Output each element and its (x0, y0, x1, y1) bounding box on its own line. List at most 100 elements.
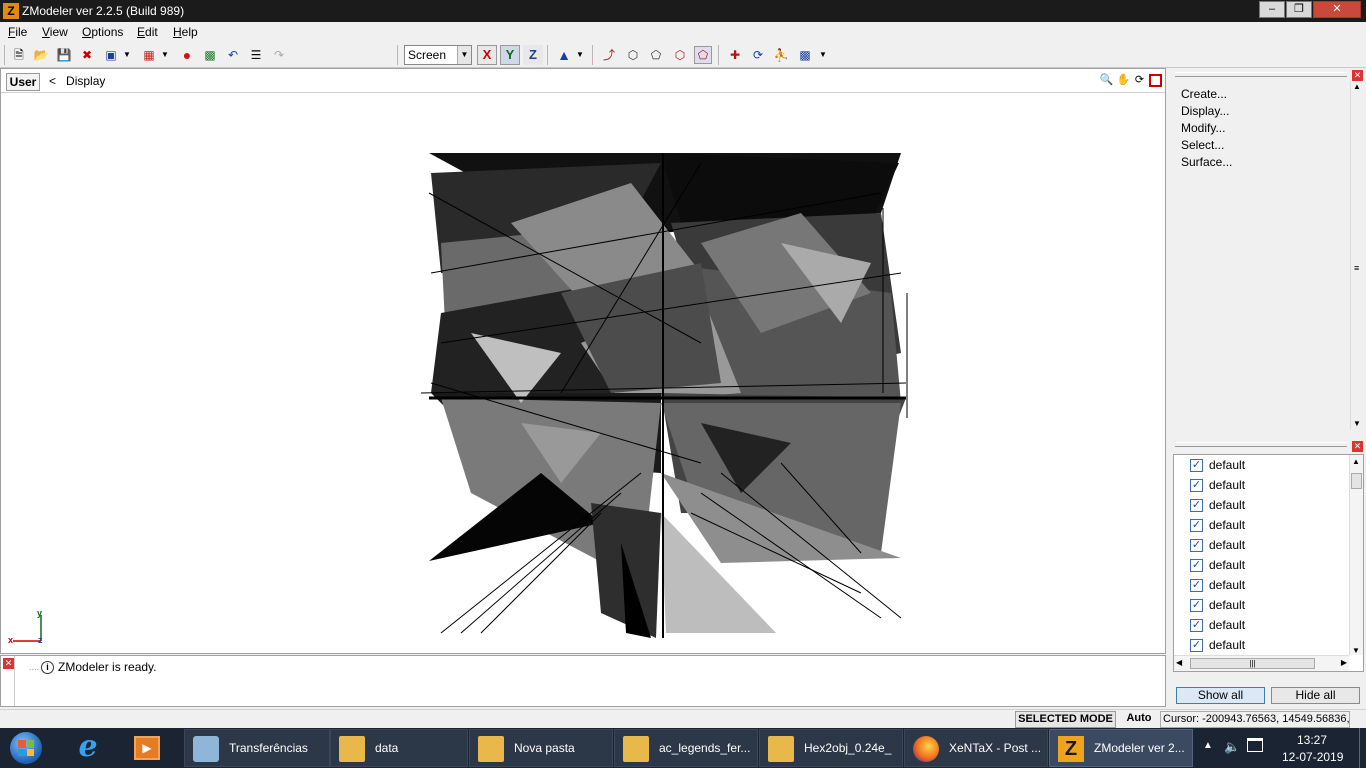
list-item[interactable]: ✓ default (1190, 636, 1245, 654)
taskbar-item-nova-pasta[interactable]: Nova pasta (469, 729, 613, 767)
scroll-down-icon[interactable]: ▼ (1352, 646, 1360, 655)
record-icon[interactable]: ● (178, 46, 196, 64)
command-scrollbar[interactable]: ▲ ≡ ▼ (1350, 82, 1364, 430)
zmodeler-app-icon[interactable]: Z (3, 3, 19, 19)
viewport-breadcrumb[interactable]: < Display (49, 74, 105, 88)
layers-hscrollbar[interactable]: ◀ ||| ▶ (1174, 655, 1349, 671)
media-player-icon[interactable]: ▶ (134, 736, 160, 760)
scroll-right-icon[interactable]: ▶ (1341, 658, 1347, 667)
vertex-mode-icon[interactable]: ⤴ (600, 46, 618, 64)
show-desktop-button[interactable] (1359, 728, 1366, 768)
checkbox-checked-icon[interactable]: ✓ (1190, 518, 1203, 532)
list-item[interactable]: ✓ default (1190, 556, 1245, 574)
clock-time[interactable]: 13:27 (1297, 733, 1327, 747)
scroll-down-icon[interactable]: ▼ (1353, 419, 1361, 428)
viewport-tab-user[interactable]: User (6, 73, 40, 91)
panel-grip[interactable] (1175, 442, 1347, 447)
checkbox-checked-icon[interactable]: ✓ (1190, 598, 1203, 612)
taskbar-item-transferencias[interactable]: Transferências (184, 729, 330, 767)
taskbar-item-ac-legends[interactable]: ac_legends_fer... (614, 729, 758, 767)
import-icon[interactable]: ▣ (102, 46, 120, 64)
pan-hand-icon[interactable]: ✋ (1116, 73, 1131, 88)
new-file-icon[interactable]: 🗎 (10, 46, 28, 64)
face-mode-icon[interactable]: ⬡ (624, 46, 642, 64)
command-surface[interactable]: Surface... (1181, 155, 1232, 169)
checkbox-checked-icon[interactable]: ✓ (1190, 618, 1203, 632)
list-item[interactable]: ✓ default (1190, 516, 1245, 534)
save-icon[interactable]: 💾 (55, 46, 73, 64)
panel-grip[interactable] (1175, 72, 1347, 77)
taskbar-item-firefox[interactable]: XeNTaX - Post ... (904, 729, 1048, 767)
list-item[interactable]: ✓ default (1190, 536, 1245, 554)
select-arrow-icon[interactable]: ▲ (555, 46, 573, 64)
taskbar-item-hex2obj[interactable]: Hex2obj_0.24e_ (759, 729, 903, 767)
close-icon[interactable]: ✕ (1352, 441, 1363, 452)
undo-icon[interactable]: ↶ (224, 46, 242, 64)
figure-tool-icon[interactable]: ⛹ (772, 46, 790, 64)
volume-icon[interactable]: 🔈 (1224, 739, 1240, 755)
scroll-grip-icon[interactable]: ≡ (1354, 263, 1359, 273)
command-modify[interactable]: Modify... (1181, 121, 1225, 135)
scroll-up-icon[interactable]: ▲ (1352, 457, 1360, 466)
layers-vscrollbar[interactable]: ▲ ▼ (1349, 455, 1363, 655)
box-mode-icon[interactable]: ⬠ (694, 46, 712, 64)
orbit-icon[interactable]: ⟳ (1132, 73, 1147, 88)
axis-z-toggle[interactable]: Z (523, 45, 543, 65)
list-item[interactable]: ✓ default (1190, 576, 1245, 594)
network-icon[interactable] (1247, 738, 1263, 752)
surface-mode-icon[interactable]: ⬡ (671, 46, 689, 64)
list-item[interactable]: ✓ default (1190, 496, 1245, 514)
list-item[interactable]: ✓ default (1190, 616, 1245, 634)
maximize-viewport-icon[interactable] (1149, 74, 1162, 87)
status-auto[interactable]: Auto (1120, 711, 1158, 728)
close-icon[interactable]: ✕ (1352, 70, 1363, 81)
command-display[interactable]: Display... (1181, 104, 1229, 118)
menu-file[interactable]: File (8, 25, 27, 39)
menu-view[interactable]: View (42, 25, 68, 39)
tray-overflow-icon[interactable]: ▲ (1203, 740, 1213, 751)
export-dropdown-icon[interactable]: ▼ (160, 46, 170, 64)
redo-icon[interactable]: ↷ (270, 46, 288, 64)
scale-tool-icon[interactable]: ▩ (796, 46, 814, 64)
checkbox-checked-icon[interactable]: ✓ (1190, 478, 1203, 492)
move-tool-icon[interactable]: ✚ (726, 46, 744, 64)
close-icon[interactable]: ✕ (3, 658, 14, 669)
delete-icon[interactable]: ✖ (78, 46, 96, 64)
object-mode-icon[interactable]: ⬠ (647, 46, 665, 64)
scroll-hthumb[interactable]: ||| (1190, 658, 1315, 669)
show-all-button[interactable]: Show all (1176, 687, 1265, 704)
scroll-left-icon[interactable]: ◀ (1176, 658, 1182, 667)
taskbar-item-data[interactable]: data (330, 729, 468, 767)
command-create[interactable]: Create... (1181, 87, 1227, 101)
scroll-up-icon[interactable]: ▲ (1353, 82, 1361, 91)
axis-x-toggle[interactable]: X (477, 45, 497, 65)
restore-button[interactable]: ❐ (1286, 1, 1312, 18)
axis-y-toggle[interactable]: Y (500, 45, 520, 65)
properties-icon[interactable]: ☰ (247, 46, 265, 64)
menu-options[interactable]: Options (82, 25, 123, 39)
checkbox-checked-icon[interactable]: ✓ (1190, 638, 1203, 652)
export-icon[interactable]: ▦ (140, 46, 158, 64)
taskbar-item-zmodeler[interactable]: Z ZModeler ver 2... (1049, 729, 1193, 767)
scroll-thumb[interactable] (1351, 473, 1362, 489)
menu-help[interactable]: Help (173, 25, 198, 39)
command-select[interactable]: Select... (1181, 138, 1224, 152)
clock-date[interactable]: 12-07-2019 (1282, 750, 1343, 764)
checkbox-checked-icon[interactable]: ✓ (1190, 458, 1203, 472)
select-dropdown-icon[interactable]: ▼ (575, 46, 585, 64)
checkbox-checked-icon[interactable]: ✓ (1190, 538, 1203, 552)
zoom-icon[interactable]: 🔍 (1099, 73, 1114, 88)
list-item[interactable]: ✓ default (1190, 456, 1245, 474)
checkbox-checked-icon[interactable]: ✓ (1190, 558, 1203, 572)
list-item[interactable]: ✓ default (1190, 476, 1245, 494)
internet-explorer-icon[interactable]: e (72, 732, 104, 764)
view-mode-select[interactable]: Screen ▼ (404, 45, 472, 65)
tool-dropdown-icon[interactable]: ▼ (818, 46, 828, 64)
menu-edit[interactable]: Edit (137, 25, 158, 39)
checkbox-checked-icon[interactable]: ✓ (1190, 498, 1203, 512)
open-folder-icon[interactable]: 📂 (32, 46, 50, 64)
list-item[interactable]: ✓ default (1190, 596, 1245, 614)
import-dropdown-icon[interactable]: ▼ (122, 46, 132, 64)
close-button[interactable]: ✕ (1313, 1, 1361, 18)
rotate-tool-icon[interactable]: ⟳ (749, 46, 767, 64)
